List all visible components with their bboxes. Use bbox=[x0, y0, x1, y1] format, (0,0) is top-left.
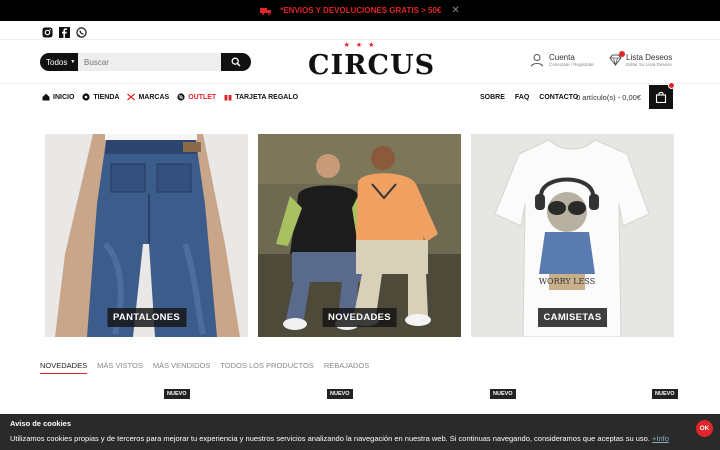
wishlist-count-badge bbox=[619, 51, 625, 57]
tile-label: PANTALONES bbox=[106, 308, 187, 327]
cookie-text: Utilizamos cookies propias y de terceros… bbox=[10, 434, 650, 443]
new-badge: NUEVO bbox=[490, 389, 516, 399]
tile-label: NOVEDADES bbox=[322, 308, 397, 327]
wishlist-title: Lista Deseos bbox=[626, 53, 673, 62]
search-bar: Todos ▼ bbox=[40, 53, 251, 71]
shopping-bag-icon bbox=[655, 91, 667, 103]
close-icon[interactable]: ✕ bbox=[451, 5, 459, 16]
percent-icon: % bbox=[177, 93, 185, 101]
cookie-title: Aviso de cookies bbox=[10, 419, 71, 428]
nav-item-label: OUTLET bbox=[188, 93, 217, 101]
facebook-icon[interactable] bbox=[59, 25, 70, 38]
new-badge: NUEVO bbox=[164, 389, 190, 399]
svg-text:%: % bbox=[179, 95, 184, 101]
whatsapp-icon[interactable] bbox=[76, 25, 87, 38]
tile-pantalones[interactable]: PANTALONES bbox=[45, 134, 248, 337]
nav-item-tienda[interactable]: TIENDA bbox=[82, 93, 119, 101]
tshirt-image: WORRY LESS bbox=[471, 134, 674, 337]
jeans-image bbox=[45, 134, 248, 337]
diamond-icon bbox=[609, 51, 625, 67]
search-icon bbox=[231, 57, 241, 67]
nav-link-sobre[interactable]: SOBRE bbox=[480, 94, 505, 101]
nav-item-label: MARCAS bbox=[138, 93, 170, 101]
cookie-more-info-link[interactable]: +Info bbox=[652, 434, 669, 443]
product-tabs: NOVEDADES MÁS VISTOS MÁS VENDIDOS TODOS … bbox=[40, 361, 369, 374]
category-select-value: Todos bbox=[46, 57, 68, 67]
tile-label: CAMISETAS bbox=[537, 308, 608, 327]
secondary-nav: SOBRE FAQ CONTACTO bbox=[480, 94, 578, 101]
category-select[interactable]: Todos ▼ bbox=[40, 53, 78, 71]
logo-wordmark: CIRCUS bbox=[308, 50, 436, 81]
models-photo-image bbox=[258, 134, 461, 337]
cart-button[interactable]: 0 artículo(s) - 0,00€ bbox=[576, 82, 676, 110]
user-icon bbox=[531, 54, 543, 67]
account-subtitle: Conectate / Registrate bbox=[549, 62, 594, 67]
instagram-icon[interactable] bbox=[42, 25, 53, 37]
promo-bar: *ENVIOS Y DEVOLUCIONES GRATIS > 50€ ✕ bbox=[0, 0, 720, 21]
cart-icon-box bbox=[649, 82, 676, 109]
cookie-banner: Aviso de cookies Utilizamos cookies prop… bbox=[0, 414, 720, 450]
site-logo[interactable]: ★ ★ ★ CIRCUS bbox=[308, 40, 436, 84]
new-badge: NUEVO bbox=[652, 389, 678, 399]
account-title: Cuenta bbox=[549, 53, 575, 62]
tab-mas-vendidos[interactable]: MÁS VENDIDOS bbox=[153, 361, 211, 374]
search-button[interactable] bbox=[221, 53, 251, 71]
svg-text:WORRY LESS: WORRY LESS bbox=[539, 277, 595, 286]
tile-camisetas[interactable]: WORRY LESS CAMISETAS bbox=[471, 134, 674, 337]
nav-link-contacto[interactable]: CONTACTO bbox=[539, 94, 578, 101]
cart-count-badge bbox=[668, 82, 676, 89]
gift-icon bbox=[224, 95, 232, 101]
category-tiles: PANTALONES NOVEDADES WORRY LESS CAMISETA… bbox=[45, 134, 674, 337]
truck-icon bbox=[260, 7, 272, 15]
chevron-down-icon: ▼ bbox=[70, 59, 76, 65]
wishlist-subtitle: Editar Su Lista Deseos bbox=[626, 62, 672, 67]
nav-item-label: TARJETA REGALO bbox=[235, 93, 299, 101]
store-icon bbox=[82, 93, 90, 101]
promo-text: *ENVIOS Y DEVOLUCIONES GRATIS > 50€ bbox=[280, 6, 442, 15]
cookie-text-row: Utilizamos cookies propias y de terceros… bbox=[10, 434, 710, 443]
tile-novedades[interactable]: NOVEDADES bbox=[258, 134, 461, 337]
tab-rebajados[interactable]: REBAJADOS bbox=[324, 361, 369, 374]
tab-mas-vistos[interactable]: MÁS VISTOS bbox=[97, 361, 143, 374]
social-bar bbox=[0, 21, 720, 40]
nav-item-label: INICIO bbox=[53, 93, 75, 101]
nav-item-label: TIENDA bbox=[93, 93, 120, 101]
nav-item-outlet[interactable]: % OUTLET bbox=[177, 93, 216, 101]
nav-item-marcas[interactable]: MARCAS bbox=[127, 93, 169, 101]
tab-todos-los-productos[interactable]: TODOS LOS PRODUCTOS bbox=[220, 361, 314, 374]
cart-summary: 0 artículo(s) - 0,00€ bbox=[576, 92, 642, 102]
main-nav: INICIO TIENDA MARCAS % OUTLET TARJETA RE… bbox=[0, 82, 720, 110]
search-input[interactable] bbox=[78, 53, 221, 71]
nav-link-faq[interactable]: FAQ bbox=[515, 94, 529, 101]
nav-item-inicio[interactable]: INICIO bbox=[42, 93, 74, 101]
nav-item-tarjeta-regalo[interactable]: TARJETA REGALO bbox=[224, 93, 298, 101]
header: Todos ▼ ★ ★ ★ CIRCUS Cuenta Conectate / … bbox=[0, 40, 720, 84]
home-icon bbox=[42, 93, 50, 101]
new-badge: NUEVO bbox=[327, 389, 353, 399]
account-link[interactable]: Cuenta Conectate / Registrate bbox=[530, 53, 594, 67]
wishlist-link[interactable]: Lista Deseos Editar Su Lista Deseos bbox=[609, 51, 673, 67]
tab-novedades[interactable]: NOVEDADES bbox=[40, 361, 88, 374]
cookie-accept-button[interactable]: OK bbox=[696, 420, 713, 437]
shuffle-icon bbox=[127, 93, 136, 101]
